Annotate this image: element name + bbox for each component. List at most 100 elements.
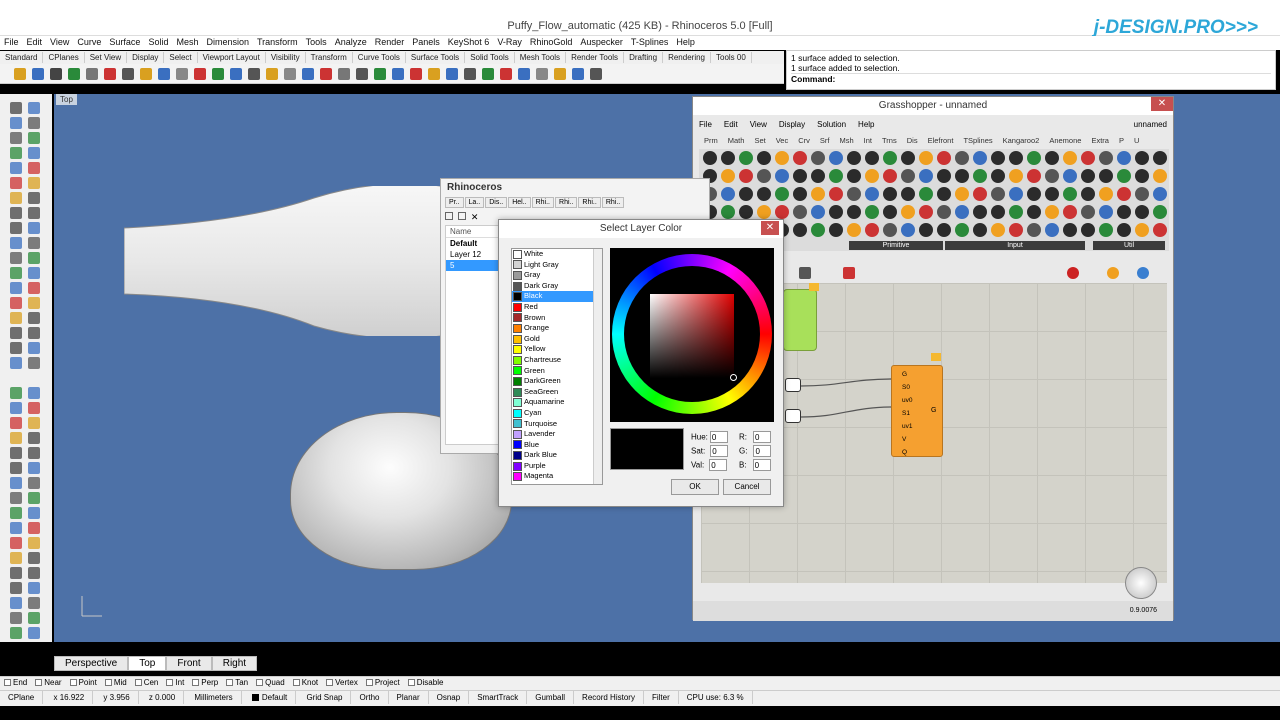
component-icon[interactable] xyxy=(811,223,825,237)
green-component[interactable] xyxy=(783,289,817,351)
toolbar-icon[interactable] xyxy=(104,67,116,80)
tool-icon[interactable] xyxy=(28,567,40,579)
color-list-item[interactable]: Green xyxy=(512,366,602,377)
hue-input[interactable] xyxy=(709,431,728,443)
new-sublayer-icon[interactable] xyxy=(457,212,466,220)
toolbar-icon[interactable] xyxy=(158,67,170,80)
component-icon[interactable] xyxy=(775,205,789,219)
tool-icon[interactable] xyxy=(10,132,22,144)
command-area[interactable]: 1 surface added to selection. 1 surface … xyxy=(786,50,1276,90)
tool-icon[interactable] xyxy=(28,552,40,564)
toolbar-icon[interactable] xyxy=(428,67,440,80)
tool-icon[interactable] xyxy=(28,267,40,279)
tool-icon[interactable] xyxy=(10,597,22,609)
close-icon[interactable]: ✕ xyxy=(761,221,779,235)
tool-icon[interactable] xyxy=(10,267,22,279)
gh-tab[interactable]: Anemone xyxy=(1044,135,1086,146)
component-icon[interactable] xyxy=(883,223,897,237)
panel-tab[interactable]: Rhi.. xyxy=(531,197,555,208)
toolbar-icon[interactable] xyxy=(266,67,278,80)
panel-tab[interactable]: Rhi.. xyxy=(578,197,601,208)
component-icon[interactable] xyxy=(1099,187,1113,201)
delete-icon[interactable]: ✕ xyxy=(471,212,479,222)
component-icon[interactable] xyxy=(1099,205,1113,219)
toolbar-icon[interactable] xyxy=(50,67,62,80)
component-icon[interactable] xyxy=(1045,205,1059,219)
component-icon[interactable] xyxy=(973,223,987,237)
component-icon[interactable] xyxy=(919,223,933,237)
component-icon[interactable] xyxy=(1099,169,1113,183)
toolbar-tab[interactable]: Mesh Tools xyxy=(515,52,567,63)
tool-icon[interactable] xyxy=(10,552,22,564)
component-icon[interactable] xyxy=(721,187,735,201)
component-icon[interactable] xyxy=(829,151,843,165)
status-toggle[interactable]: Filter xyxy=(644,691,679,704)
component-icon[interactable] xyxy=(1045,187,1059,201)
component-icon[interactable] xyxy=(1009,205,1023,219)
component-input[interactable]: uv0 xyxy=(902,394,942,407)
component-icon[interactable] xyxy=(883,151,897,165)
toolbar-icon[interactable] xyxy=(140,67,152,80)
tool-icon[interactable] xyxy=(10,447,22,459)
checkbox-icon[interactable] xyxy=(166,679,174,686)
component-icon[interactable] xyxy=(793,187,807,201)
component-icon[interactable] xyxy=(1135,223,1149,237)
menu-item[interactable]: Surface xyxy=(105,36,144,48)
component-icon[interactable] xyxy=(1063,169,1077,183)
toolbar-icon[interactable] xyxy=(284,67,296,80)
tool-icon[interactable] xyxy=(10,327,22,339)
component-icon[interactable] xyxy=(775,151,789,165)
color-list-item[interactable]: Orange xyxy=(512,323,602,334)
component-icon[interactable] xyxy=(1045,151,1059,165)
component-icon[interactable] xyxy=(1135,169,1149,183)
component-icon[interactable] xyxy=(829,205,843,219)
color-wheel-area[interactable] xyxy=(610,248,774,422)
menu-item[interactable]: Tools xyxy=(302,36,331,48)
menu-item[interactable]: Solid xyxy=(144,36,172,48)
component-input[interactable]: G xyxy=(902,368,942,381)
viewport-tab[interactable]: Front xyxy=(166,656,212,671)
component-icon[interactable] xyxy=(1063,205,1077,219)
cancel-button[interactable]: Cancel xyxy=(723,479,771,495)
tool-icon[interactable] xyxy=(10,417,22,429)
component-icon[interactable] xyxy=(1027,151,1041,165)
component-icon[interactable] xyxy=(1027,223,1041,237)
component-icon[interactable] xyxy=(1081,205,1095,219)
tool-icon[interactable] xyxy=(10,282,22,294)
tool-icon[interactable] xyxy=(28,132,40,144)
viewport-tab[interactable]: Perspective xyxy=(54,656,129,671)
tool-icon[interactable] xyxy=(28,432,40,444)
layer-row-5[interactable]: 5 xyxy=(446,260,500,271)
component-icon[interactable] xyxy=(793,151,807,165)
menu-item[interactable]: Panels xyxy=(408,36,444,48)
component-icon[interactable] xyxy=(937,151,951,165)
color-list-item[interactable]: Turquoise xyxy=(512,419,602,430)
gh-tab[interactable]: Int xyxy=(859,135,877,146)
tool-icon[interactable] xyxy=(28,252,40,264)
osnap-option[interactable]: Project xyxy=(362,677,404,688)
menu-item[interactable]: File xyxy=(0,36,23,48)
select-layer-color-dialog[interactable]: Select Layer Color ✕ White Light Gray Gray… xyxy=(498,219,784,507)
component-icon[interactable] xyxy=(937,223,951,237)
component-icon[interactable] xyxy=(973,187,987,201)
component-icon[interactable] xyxy=(901,187,915,201)
component-icon[interactable] xyxy=(793,169,807,183)
tool-icon[interactable] xyxy=(28,597,40,609)
input-param-a[interactable] xyxy=(785,378,801,392)
gh-tab[interactable]: Trns xyxy=(877,135,902,146)
menu-item[interactable]: View xyxy=(46,36,73,48)
color-list-item[interactable]: Chartreuse xyxy=(512,355,602,366)
component-icon[interactable] xyxy=(739,151,753,165)
tool-icon[interactable] xyxy=(10,342,22,354)
toolbar-tab[interactable]: Tools 00 xyxy=(711,52,752,63)
tool-icon[interactable] xyxy=(10,117,22,129)
component-icon[interactable] xyxy=(1063,151,1077,165)
layer-row-layer12[interactable]: Layer 12 xyxy=(446,249,500,260)
component-icon[interactable] xyxy=(757,187,771,201)
toolbar-icon[interactable] xyxy=(590,67,602,80)
component-icon[interactable] xyxy=(991,187,1005,201)
toolbar-tab[interactable]: Rendering xyxy=(663,52,711,63)
tool-icon[interactable] xyxy=(10,252,22,264)
new-layer-icon[interactable] xyxy=(445,212,453,220)
red-input[interactable] xyxy=(753,431,771,443)
